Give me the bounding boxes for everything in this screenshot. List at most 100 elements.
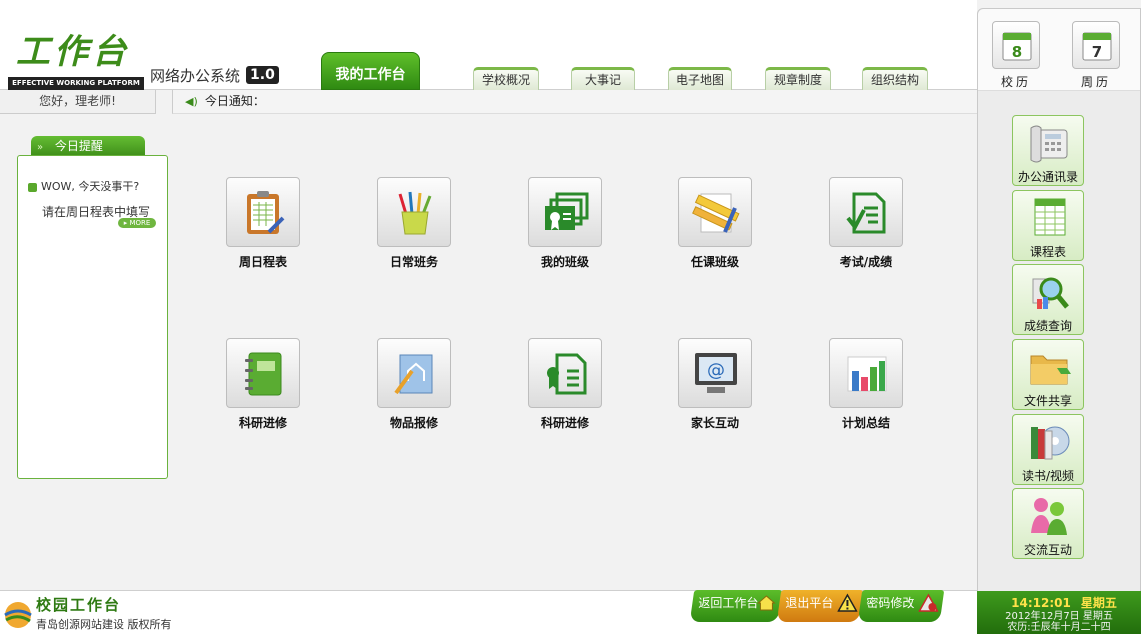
app-plan-summary[interactable]: 计划总结 bbox=[816, 338, 916, 438]
more-label: MORE bbox=[129, 219, 151, 227]
exit-platform-button[interactable]: 退出平台 bbox=[776, 590, 864, 622]
reminder-panel: WOW, 今天没事干? 请在周日程表中填写 ▸ MORE bbox=[17, 155, 168, 479]
telephone-icon bbox=[1030, 125, 1068, 163]
system-title: 网络办公系统 1.0 bbox=[150, 64, 279, 86]
notice-bar: ◀) 今日通知： bbox=[172, 90, 977, 114]
app-label: 物品报修 bbox=[389, 416, 438, 430]
app-daily-class-affairs[interactable]: 日常班务 bbox=[364, 177, 464, 277]
app-label: 任课班级 bbox=[690, 255, 739, 269]
more-button[interactable]: ▸ MORE bbox=[118, 218, 156, 228]
app-teaching-classes[interactable]: 任课班级 bbox=[665, 177, 765, 277]
speaker-icon: ◀) bbox=[185, 95, 198, 108]
spreadsheet-icon bbox=[1034, 198, 1066, 236]
lock-warning-icon bbox=[918, 593, 939, 612]
notebook-icon bbox=[226, 338, 300, 408]
version-badge: 1.0 bbox=[246, 66, 279, 84]
certificate-icon bbox=[528, 177, 602, 247]
bullet-icon bbox=[28, 182, 37, 192]
app-research-study-2[interactable]: 科研进修 bbox=[515, 338, 615, 438]
app-label: 我的班级 bbox=[540, 255, 589, 269]
svg-text:8: 8 bbox=[1012, 43, 1022, 61]
footer-copyright: 青岛创源网站建设 版权所有 bbox=[36, 618, 172, 631]
calendar-area: 8 校历 7 周历 bbox=[978, 9, 1140, 91]
reminder-title: 今日提醒 bbox=[54, 139, 103, 153]
tab-my-workspace[interactable]: 我的工作台 bbox=[321, 52, 420, 90]
logo-text: 工作台 bbox=[16, 32, 130, 72]
tab-organization[interactable]: 组织结构 bbox=[862, 67, 928, 90]
bar-chart-icon bbox=[829, 338, 903, 408]
tab-e-map[interactable]: 电子地图 bbox=[668, 67, 732, 90]
footer-brand: 校园工作台 bbox=[36, 596, 122, 614]
clock-time-row: 14:12:01 星期五 bbox=[977, 594, 1141, 611]
change-password-button[interactable]: 密码修改 bbox=[857, 590, 945, 622]
clipboard-icon bbox=[226, 177, 300, 247]
app-label: 家长互动 bbox=[690, 416, 739, 430]
app-weekly-schedule[interactable]: 周日程表 bbox=[213, 177, 313, 277]
books-disc-icon bbox=[1031, 426, 1070, 460]
people-icon bbox=[1031, 498, 1067, 535]
svg-text:7: 7 bbox=[1092, 43, 1102, 61]
calendar-label: 校历 bbox=[1000, 75, 1031, 89]
reminder-text-1: WOW, 今天没事干? bbox=[41, 180, 140, 193]
app-item-repair[interactable]: 物品报修 bbox=[364, 338, 464, 438]
sidebar-item-label: 读书/视频 bbox=[1021, 469, 1075, 483]
tab-school-overview[interactable]: 学校概况 bbox=[473, 67, 539, 90]
svg-text:@: @ bbox=[707, 360, 725, 381]
button-label: 密码修改 bbox=[866, 596, 915, 610]
clock-lunar-date: 农历:壬辰年十月二十四 bbox=[1007, 622, 1111, 633]
app-label: 科研进修 bbox=[540, 416, 589, 430]
sidebar-item-label: 办公通讯录 bbox=[1017, 170, 1078, 184]
button-label: 退出平台 bbox=[785, 596, 834, 610]
reminder-line-1: WOW, 今天没事干? bbox=[28, 178, 139, 194]
globe-logo-icon bbox=[4, 602, 32, 628]
tab-regulations[interactable]: 规章制度 bbox=[765, 67, 831, 90]
sidebar-item-label: 成绩查询 bbox=[1023, 319, 1072, 333]
logo: 工作台 EFFECTIVE WORKING PLATFORM bbox=[8, 30, 144, 90]
notice-label: 今日通知： bbox=[204, 94, 265, 108]
week-calendar[interactable]: 7 周历 bbox=[1066, 21, 1126, 91]
pencil-cup-icon bbox=[377, 177, 451, 247]
exam-check-icon bbox=[829, 177, 903, 247]
sidebar-item-contacts[interactable]: 办公通讯录 bbox=[1012, 115, 1084, 186]
clock-time: 14:12:01 bbox=[1011, 596, 1071, 610]
return-workspace-button[interactable]: 返回工作台 bbox=[689, 590, 783, 622]
logo-tagline: EFFECTIVE WORKING PLATFORM bbox=[8, 77, 144, 90]
school-calendar[interactable]: 8 校历 bbox=[986, 21, 1046, 91]
app-parent-interaction[interactable]: @ 家长互动 bbox=[665, 338, 765, 438]
sidebar-item-score-query[interactable]: 成绩查询 bbox=[1012, 264, 1084, 335]
home-icon bbox=[757, 595, 776, 611]
calendar-icon: 7 bbox=[1072, 21, 1120, 69]
app-research-study[interactable]: 科研进修 bbox=[213, 338, 313, 438]
clock-panel: 14:12:01 星期五 2012年12月7日 星期五 农历:壬辰年十月二十四 bbox=[977, 591, 1141, 634]
reminder-title-tab: » 今日提醒 bbox=[31, 136, 145, 156]
calendar-icon: 8 bbox=[992, 21, 1040, 69]
system-name: 网络办公系统 bbox=[150, 66, 241, 85]
app-label: 周日程表 bbox=[238, 255, 287, 269]
app-label: 计划总结 bbox=[841, 416, 890, 430]
tab-events[interactable]: 大事记 bbox=[571, 67, 635, 90]
app-label: 考试/成绩 bbox=[839, 255, 893, 269]
clock-date: 2012年12月7日 星期五 bbox=[1005, 611, 1113, 622]
magnifier-icon bbox=[1032, 277, 1069, 309]
sidebar-item-file-share[interactable]: 文件共享 bbox=[1012, 339, 1084, 410]
ruler-pencil-icon bbox=[678, 177, 752, 247]
warning-icon bbox=[837, 593, 858, 612]
clock-weekday: 星期五 bbox=[1080, 596, 1117, 610]
sidebar-item-communication[interactable]: 交流互动 bbox=[1012, 488, 1084, 559]
blueprint-icon bbox=[377, 338, 451, 408]
sidebar-item-label: 课程表 bbox=[1029, 245, 1066, 259]
calendar-label: 周历 bbox=[1080, 75, 1111, 89]
app-my-class[interactable]: 我的班级 bbox=[515, 177, 615, 277]
app-exam-scores[interactable]: 考试/成绩 bbox=[816, 177, 916, 277]
app-label: 科研进修 bbox=[238, 416, 287, 430]
button-label: 返回工作台 bbox=[698, 596, 759, 610]
email-monitor-icon: @ bbox=[678, 338, 752, 408]
app-label: 日常班务 bbox=[389, 255, 438, 269]
sidebar-item-label: 交流互动 bbox=[1023, 543, 1072, 557]
document-award-icon bbox=[528, 338, 602, 408]
right-sidebar: 8 校历 7 周历 办公通讯录 课程表 成绩查询 文件共享 读书/视频 交流互动 bbox=[977, 8, 1141, 634]
sidebar-item-label: 文件共享 bbox=[1023, 394, 1072, 408]
greeting: 您好，理老师! bbox=[0, 90, 156, 114]
sidebar-item-timetable[interactable]: 课程表 bbox=[1012, 190, 1084, 261]
sidebar-item-reading-video[interactable]: 读书/视频 bbox=[1012, 414, 1084, 485]
